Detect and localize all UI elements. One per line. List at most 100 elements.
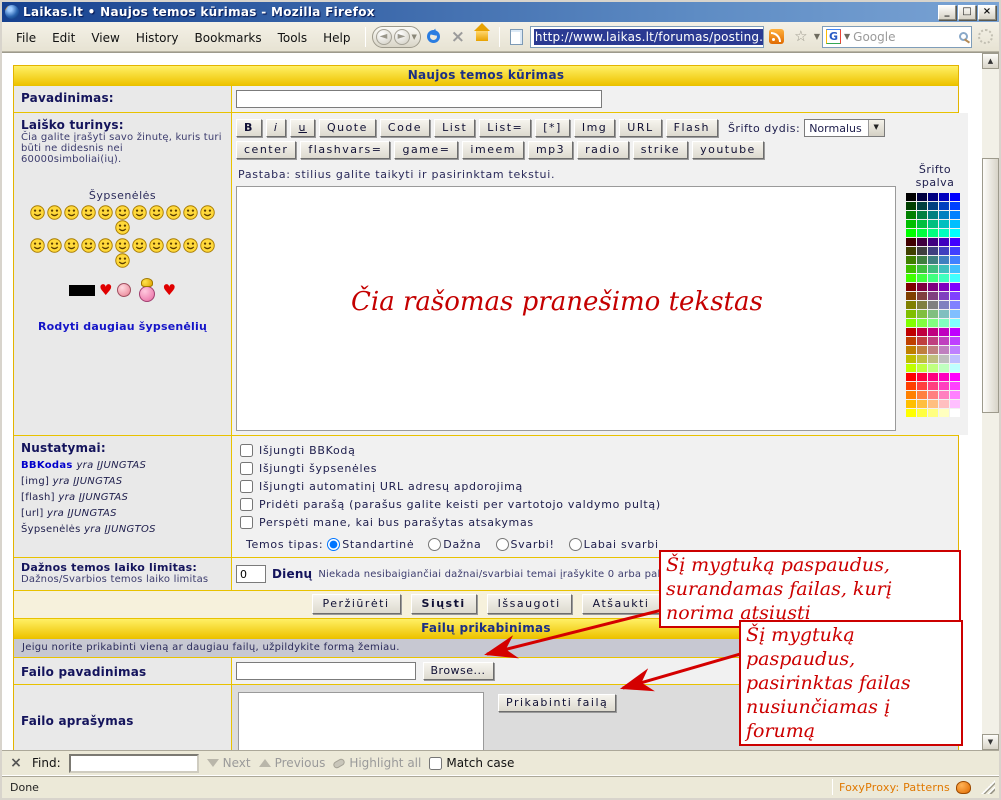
color-swatch[interactable]	[906, 382, 916, 390]
filecomment-textarea[interactable]	[238, 692, 484, 750]
smiley-heart-icon[interactable]: ♥	[163, 283, 176, 298]
color-swatch[interactable]	[928, 310, 938, 318]
color-swatch[interactable]	[917, 328, 927, 336]
color-swatch[interactable]	[928, 409, 938, 417]
color-swatch[interactable]	[917, 220, 927, 228]
bbcode-button-imeem[interactable]: imeem	[462, 141, 524, 159]
color-swatch[interactable]	[950, 346, 960, 354]
color-swatch[interactable]	[917, 301, 927, 309]
bbcode-button-code[interactable]: Code	[380, 119, 430, 137]
color-swatch[interactable]	[928, 238, 938, 246]
bbcode-button-b[interactable]: B	[236, 119, 262, 137]
color-swatch[interactable]	[950, 211, 960, 219]
topic-type-0[interactable]: Standartinė	[327, 538, 414, 551]
color-swatch[interactable]	[917, 211, 927, 219]
smiley-exclaim-icon[interactable]	[98, 238, 113, 253]
option-row-2[interactable]: Išjungti automatinį URL adresų apdorojim…	[240, 479, 954, 494]
findbar-close-icon[interactable]: ×	[8, 755, 24, 771]
menu-view[interactable]: View	[83, 28, 127, 48]
color-swatch[interactable]	[950, 391, 960, 399]
close-button[interactable]: ×	[978, 5, 996, 20]
color-swatch[interactable]	[939, 220, 949, 228]
smiley-embarrassed-icon[interactable]	[200, 205, 215, 220]
color-swatch[interactable]	[950, 193, 960, 201]
color-swatch[interactable]	[939, 310, 949, 318]
subject-input[interactable]	[236, 90, 602, 108]
smiley-flirt-icon[interactable]	[81, 238, 96, 253]
color-swatch[interactable]	[906, 265, 916, 273]
option-row-4[interactable]: Perspėti mane, kai bus parašytas atsakym…	[240, 515, 954, 530]
color-swatch[interactable]	[950, 220, 960, 228]
color-swatch[interactable]	[917, 238, 927, 246]
smiley-love-icon[interactable]	[115, 253, 130, 268]
option-checkbox-1[interactable]	[240, 462, 253, 475]
option-row-3[interactable]: Pridėti parašą (parašus galite keisti pe…	[240, 497, 954, 512]
minimize-button[interactable]: _	[938, 5, 956, 20]
color-swatch[interactable]	[917, 247, 927, 255]
color-swatch[interactable]	[939, 238, 949, 246]
color-swatch[interactable]	[917, 292, 927, 300]
topic-type-radio-3[interactable]	[569, 538, 582, 551]
color-swatch[interactable]	[950, 328, 960, 336]
color-swatch[interactable]	[928, 202, 938, 210]
home-button[interactable]	[471, 26, 493, 48]
topic-type-radio-1[interactable]	[428, 538, 441, 551]
menu-bookmarks[interactable]: Bookmarks	[187, 28, 270, 48]
reload-button[interactable]	[423, 26, 445, 48]
color-swatch[interactable]	[906, 256, 916, 264]
url-bar[interactable]: http://www.laikas.lt/forumas/posting.php…	[530, 26, 764, 48]
color-swatch[interactable]	[928, 211, 938, 219]
color-palette-grid[interactable]	[906, 193, 964, 417]
history-dropdown-icon[interactable]: ▼	[412, 33, 417, 41]
color-swatch[interactable]	[939, 373, 949, 381]
color-swatch[interactable]	[950, 382, 960, 390]
color-swatch[interactable]	[906, 220, 916, 228]
color-swatch[interactable]	[939, 382, 949, 390]
smiley-lol-icon[interactable]	[47, 205, 62, 220]
color-swatch[interactable]	[928, 400, 938, 408]
bbcode-button-youtube[interactable]: youtube	[692, 141, 764, 159]
color-swatch[interactable]	[928, 247, 938, 255]
color-swatch[interactable]	[939, 301, 949, 309]
color-swatch[interactable]	[950, 274, 960, 282]
rss-button[interactable]	[766, 26, 788, 48]
color-swatch[interactable]	[950, 292, 960, 300]
color-swatch[interactable]	[928, 301, 938, 309]
smiley-evil-icon[interactable]	[30, 238, 45, 253]
font-size-select[interactable]: Normalus▼	[804, 119, 885, 137]
smiley-biggrin-icon[interactable]	[30, 205, 45, 220]
google-engine-icon[interactable]: G	[826, 29, 841, 44]
smiley-censored-banner-icon[interactable]	[69, 285, 95, 296]
color-swatch[interactable]	[939, 202, 949, 210]
color-swatch[interactable]	[906, 310, 916, 318]
color-swatch[interactable]	[928, 265, 938, 273]
bbcode-button-flashvars[interactable]: flashvars=	[300, 141, 390, 159]
color-swatch[interactable]	[928, 355, 938, 363]
color-swatch[interactable]	[917, 319, 927, 327]
find-input[interactable]	[69, 754, 199, 773]
bbcode-button-quote[interactable]: Quote	[319, 119, 376, 137]
filename-input[interactable]	[236, 662, 416, 680]
topic-type-radio-2[interactable]	[496, 538, 509, 551]
menu-file[interactable]: File	[8, 28, 44, 48]
color-swatch[interactable]	[928, 364, 938, 372]
smiley-razz-icon[interactable]	[132, 205, 147, 220]
smiley-mrgreen-icon[interactable]	[183, 238, 198, 253]
option-row-1[interactable]: Išjungti šypsenėles	[240, 461, 954, 476]
color-swatch[interactable]	[939, 247, 949, 255]
bbcode-button-radio[interactable]: radio	[577, 141, 629, 159]
color-swatch[interactable]	[939, 256, 949, 264]
color-swatch[interactable]	[939, 283, 949, 291]
bbcode-button-list[interactable]: List	[434, 119, 475, 137]
color-swatch[interactable]	[917, 346, 927, 354]
color-swatch[interactable]	[950, 409, 960, 417]
foxyproxy-status[interactable]: FoxyProxy: Patterns	[839, 781, 950, 794]
color-swatch[interactable]	[906, 328, 916, 336]
color-swatch[interactable]	[950, 301, 960, 309]
color-swatch[interactable]	[917, 409, 927, 417]
color-swatch[interactable]	[939, 346, 949, 354]
smiley-rolleyes-icon[interactable]	[64, 238, 79, 253]
urlbar-dropdown-icon[interactable]: ▼	[814, 32, 820, 41]
sticky-days-input[interactable]	[236, 565, 266, 583]
smiley-happy-icon[interactable]	[166, 238, 181, 253]
